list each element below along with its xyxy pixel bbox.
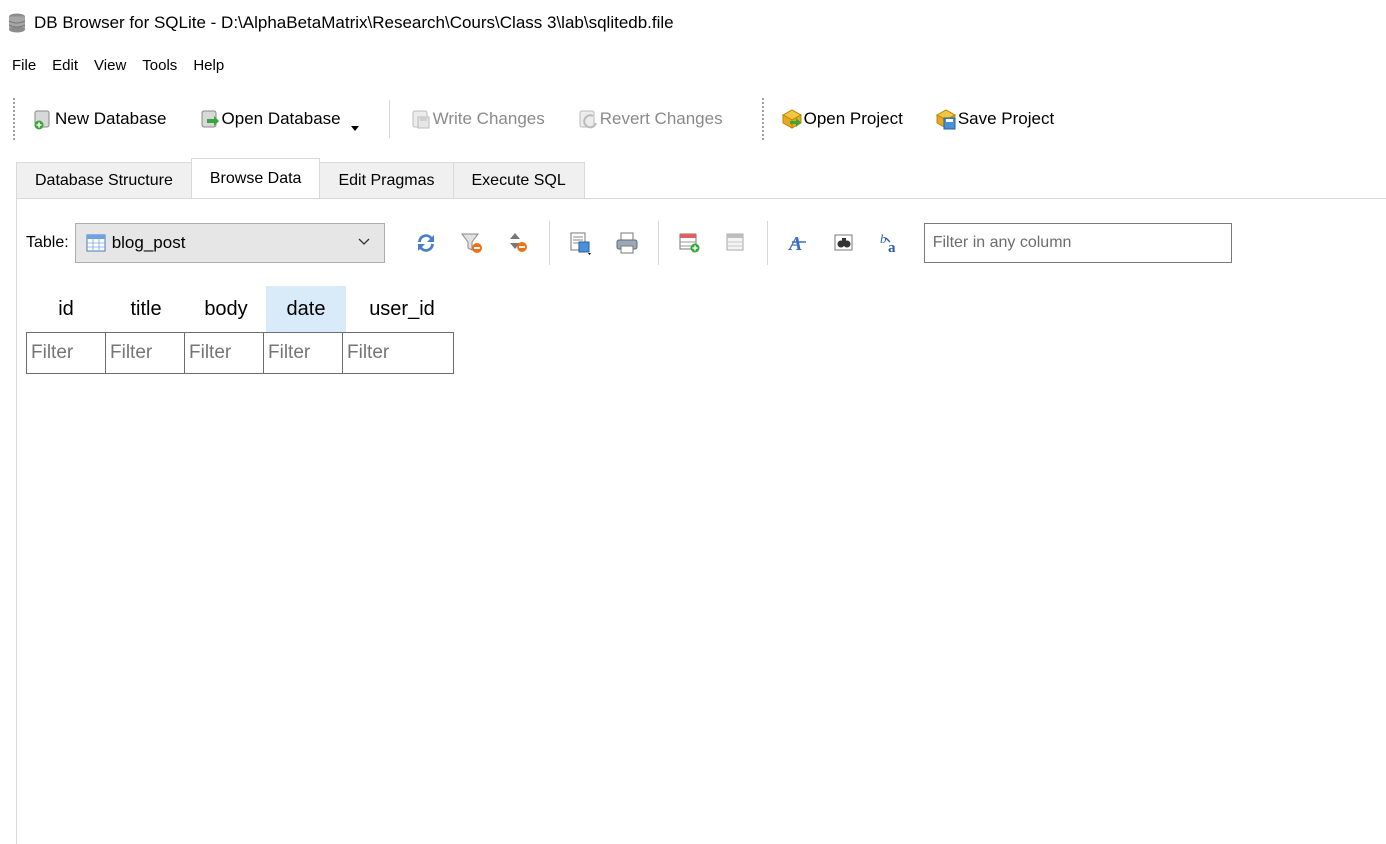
- clear-filter-icon: [460, 233, 482, 253]
- filter-any-column-input[interactable]: [923, 223, 1232, 263]
- filter-user-id-input[interactable]: [342, 332, 454, 374]
- toolbar-separator: [388, 100, 390, 138]
- save-table-icon: [570, 232, 591, 255]
- panel-border: [16, 198, 17, 844]
- write-changes-icon: [412, 110, 430, 129]
- svg-text:a: a: [888, 240, 896, 256]
- font-settings-button[interactable]: A: [784, 228, 814, 258]
- svg-text:A: A: [787, 233, 802, 255]
- column-header-user-id[interactable]: user_id: [346, 286, 458, 332]
- filter-date-input[interactable]: [263, 332, 343, 374]
- clear-sort-icon: [509, 233, 527, 252]
- write-changes-label: Write Changes: [432, 109, 545, 128]
- printer-icon: [616, 232, 638, 254]
- clear-filters-button[interactable]: [457, 228, 487, 258]
- new-database-label: New Database: [55, 109, 167, 128]
- save-project-icon: [935, 109, 956, 130]
- browse-separator-2: [657, 221, 659, 265]
- main-tabs: Database Structure Browse Data Edit Prag…: [16, 158, 585, 198]
- browse-separator-1: [548, 221, 550, 265]
- revert-changes-button[interactable]: Revert Changes: [571, 101, 729, 137]
- find-replace-button[interactable]: b a: [876, 228, 906, 258]
- column-header-date[interactable]: date: [266, 286, 346, 332]
- menu-edit[interactable]: Edit: [44, 57, 86, 74]
- filter-row: [26, 332, 458, 374]
- filter-title-input[interactable]: [105, 332, 185, 374]
- binoculars-icon: [834, 234, 853, 251]
- save-project-label: Save Project: [957, 109, 1055, 128]
- tab-edit-pragmas[interactable]: Edit Pragmas: [319, 162, 454, 198]
- find-button[interactable]: [830, 228, 860, 258]
- menu-view[interactable]: View: [86, 57, 134, 74]
- database-icon: [8, 13, 26, 33]
- table-select[interactable]: blog_post: [74, 223, 385, 263]
- column-header-id[interactable]: id: [26, 286, 106, 332]
- refresh-icon: [417, 234, 434, 252]
- open-database-dropdown[interactable]: [350, 125, 359, 131]
- tab-browse-data[interactable]: Browse Data: [190, 158, 321, 198]
- browse-toolbar: Table: blog_post A b a Filter in any col…: [0, 220, 1386, 266]
- open-database-label: Open Database: [221, 109, 341, 128]
- column-header-body[interactable]: body: [186, 286, 266, 332]
- delete-record-icon: [726, 233, 744, 251]
- column-header-row: id title body date user_id: [26, 286, 458, 332]
- write-changes-button[interactable]: Write Changes: [404, 101, 551, 137]
- column-header-title[interactable]: title: [106, 286, 186, 332]
- new-database-icon: [34, 110, 50, 130]
- browse-separator-3: [766, 221, 768, 265]
- font-icon: A: [787, 233, 806, 255]
- data-grid: id title body date user_id: [26, 286, 458, 374]
- toolbar-grip[interactable]: [12, 97, 16, 141]
- menu-file[interactable]: File: [4, 57, 44, 74]
- toolbar-grip-2[interactable]: [760, 97, 765, 141]
- revert-changes-label: Revert Changes: [599, 109, 723, 128]
- clear-sorting-button[interactable]: [503, 228, 533, 258]
- title-bar: DB Browser for SQLite - D:\AlphaBetaMatr…: [0, 0, 1386, 46]
- selected-table: blog_post: [111, 233, 186, 252]
- revert-changes-icon: [579, 110, 597, 129]
- print-button[interactable]: [612, 228, 642, 258]
- tab-divider: [16, 198, 1386, 199]
- insert-record-button[interactable]: [675, 228, 705, 258]
- open-project-icon: [781, 109, 802, 129]
- filter-id-input[interactable]: [26, 332, 106, 374]
- new-database-button[interactable]: New Database: [26, 101, 173, 137]
- open-project-button[interactable]: Open Project: [775, 101, 909, 137]
- find-replace-icon: b a: [880, 231, 896, 256]
- main-toolbar: New Database Open Database Write Changes…: [0, 82, 1386, 156]
- menu-bar: File Edit View Tools Help: [0, 50, 232, 80]
- filter-body-input[interactable]: [184, 332, 264, 374]
- table-label: Table:: [26, 234, 69, 251]
- tab-execute-sql[interactable]: Execute SQL: [452, 162, 585, 198]
- delete-record-button[interactable]: [721, 228, 751, 258]
- chevron-down-icon: [358, 238, 370, 245]
- open-project-label: Open Project: [803, 109, 903, 128]
- table-icon: [86, 234, 106, 252]
- refresh-button[interactable]: [411, 228, 441, 258]
- save-table-button[interactable]: [566, 228, 596, 258]
- open-database-icon: [201, 110, 219, 128]
- new-record-icon: [679, 233, 700, 253]
- tab-database-structure[interactable]: Database Structure: [16, 162, 192, 198]
- open-database-button[interactable]: Open Database: [193, 101, 347, 137]
- menu-tools[interactable]: Tools: [134, 57, 185, 74]
- window-title: DB Browser for SQLite - D:\AlphaBetaMatr…: [34, 13, 674, 32]
- save-project-button[interactable]: Save Project: [929, 101, 1060, 137]
- menu-help[interactable]: Help: [185, 57, 232, 74]
